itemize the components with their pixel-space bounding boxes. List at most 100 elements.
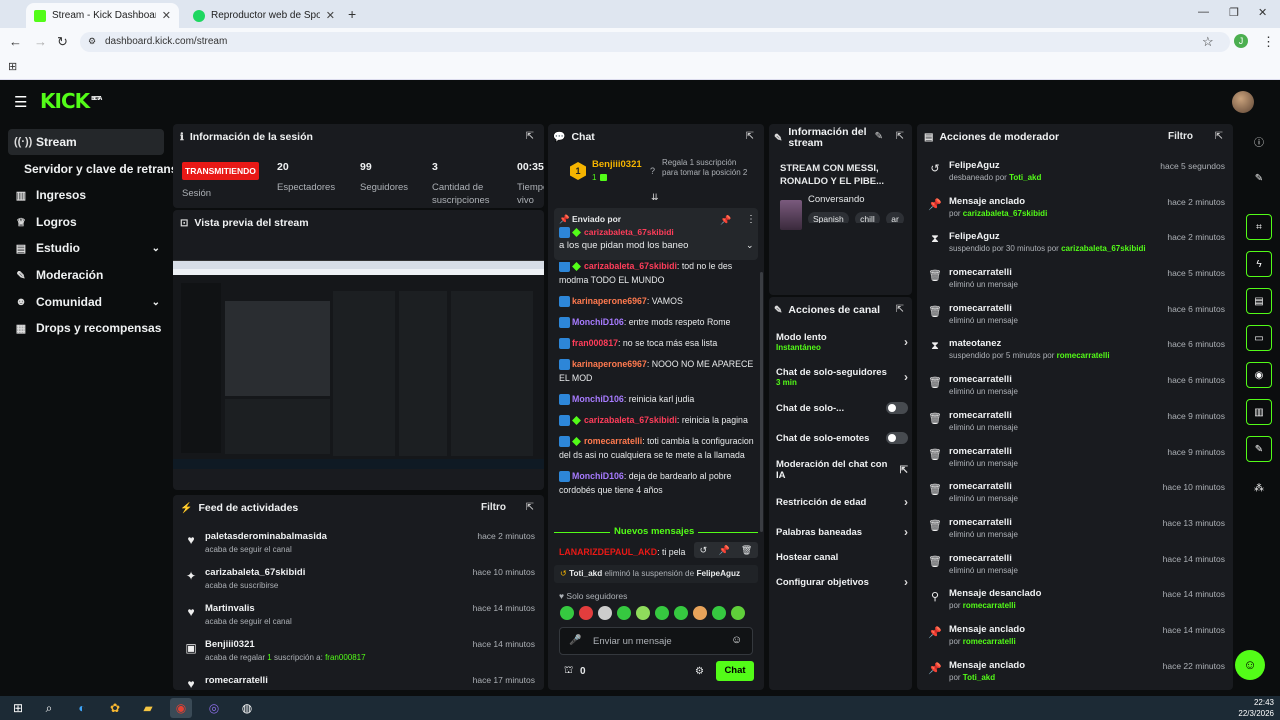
chat-input[interactable]: 🎤 Enviar un mensaje ☺ [559, 627, 753, 655]
app-icon[interactable]: ◍ [236, 698, 258, 718]
site-info-icon[interactable]: ⚙ [88, 36, 96, 47]
gifter-name[interactable]: Benjiii0321 [592, 159, 642, 170]
sidebar-item-drops[interactable]: ▦ Drops y recompensas [8, 315, 164, 341]
stream-preview-video[interactable] [173, 260, 544, 469]
chat-settings-icon[interactable]: ⚙ [695, 666, 704, 677]
microphone-icon[interactable]: 🎤 [569, 635, 581, 646]
emote-icon[interactable] [693, 606, 707, 620]
feed-user[interactable]: romecarratelli [205, 675, 268, 686]
emote-icon[interactable] [655, 606, 669, 620]
info-icon[interactable]: ⓘ [1246, 128, 1272, 154]
profile-avatar[interactable]: J [1234, 34, 1248, 48]
user-avatar[interactable] [1232, 91, 1254, 113]
channel-points-icon[interactable]: ⛫ [564, 665, 573, 678]
emote-icon[interactable] [598, 606, 612, 620]
chat-username[interactable]: MonchiD106 [572, 471, 624, 481]
mod-actor[interactable]: Toti_akd [963, 673, 995, 682]
chat-username[interactable]: MonchiD106 [572, 394, 624, 404]
edge-icon[interactable]: ◐ [71, 698, 93, 718]
feed-recipient[interactable]: fran000817 [325, 653, 365, 662]
mod-target[interactable]: romecarratelli [949, 446, 1018, 457]
sidebar-item-server-key[interactable]: Servidor y clave de retransm [18, 156, 188, 182]
close-tab-icon[interactable]: ✕ [162, 9, 171, 22]
url-field[interactable]: dashboard.kick.com/stream [80, 32, 1230, 52]
layout-icon[interactable]: ⁂ [1246, 475, 1272, 501]
mod-filter-button[interactable]: Filtro [1168, 131, 1193, 142]
mod-target[interactable]: romecarratelli [949, 267, 1018, 278]
feed-user[interactable]: Martinvalis [205, 603, 292, 614]
mod-target[interactable]: romecarratelli [949, 517, 1018, 528]
document-icon[interactable]: ▤ [1246, 288, 1272, 314]
mod-target[interactable]: romecarratelli [949, 481, 1018, 492]
maximize-icon[interactable]: ❐ [1229, 6, 1239, 19]
emote-icon[interactable] [617, 606, 631, 620]
obs-icon[interactable]: ◎ [203, 698, 225, 718]
feed-filter-button[interactable]: Filtro [481, 502, 506, 513]
chat-username[interactable]: fran000817 [572, 338, 618, 348]
sidebar-item-studio[interactable]: ▤ Estudio ⌄ [8, 235, 164, 261]
mod-target[interactable]: Mensaje anclado [949, 196, 1047, 207]
mod-target[interactable]: Mensaje desanclado [949, 588, 1041, 599]
tag[interactable]: Spanish [808, 212, 849, 223]
send-chat-button[interactable]: Chat [716, 661, 754, 681]
close-tab-icon[interactable]: ✕ [326, 9, 335, 22]
category-thumbnail[interactable] [780, 200, 802, 230]
pinned-user[interactable]: carizabaleta_67skibidi [584, 227, 674, 237]
mod-target[interactable]: Mensaje anclado [949, 660, 1025, 671]
chat-bubble-icon[interactable]: ▭ [1246, 325, 1272, 351]
emote-icon[interactable] [560, 606, 574, 620]
chat-username[interactable]: romecarratelli [584, 436, 642, 446]
feed-user[interactable]: paletasderominabalmasida [205, 531, 327, 542]
feed-user[interactable]: Benjiii0321 [205, 639, 366, 650]
new-messages-label[interactable]: Nuevos mensajes [610, 526, 699, 537]
search-icon[interactable]: ⌕ [38, 698, 60, 718]
browser-menu-icon[interactable]: ⋮ [1262, 34, 1275, 50]
sidebar-item-achievements[interactable]: ♕ Logros [8, 209, 164, 235]
close-window-icon[interactable]: ✕ [1258, 6, 1267, 19]
chat-scrollbar[interactable] [760, 272, 763, 532]
apps-grid-icon[interactable]: ⊞ [8, 60, 17, 73]
action-age-restriction[interactable]: Restricción de edad › [776, 488, 908, 516]
edit-pencil-icon[interactable]: ✎ [875, 131, 883, 142]
copilot-icon[interactable]: ✿ [104, 698, 126, 718]
mod-target[interactable]: romecarratelli [949, 303, 1018, 314]
wrench-icon[interactable]: ✎ [1246, 436, 1272, 462]
gift-cta[interactable]: Regala 1 suscripción para tomar la posic… [650, 158, 752, 178]
layers-icon[interactable]: ▥ [1246, 399, 1272, 425]
bolt-icon[interactable]: ϟ [1246, 251, 1272, 277]
chevron-down-icon[interactable]: ⌄ [746, 240, 754, 251]
feed-user[interactable]: carizabaleta_67skibidi [205, 567, 305, 578]
emotes-only-toggle[interactable] [886, 432, 908, 444]
mod-target[interactable]: mateotanez [949, 338, 1110, 349]
chrome-icon[interactable]: ◉ [170, 698, 192, 718]
tag[interactable]: chill [855, 212, 880, 223]
emote-icon[interactable] [636, 606, 650, 620]
expand-leaderboard-icon[interactable]: ⇊ [651, 192, 659, 203]
hamburger-menu-icon[interactable]: ☰ [14, 93, 27, 111]
mod-actor[interactable]: romecarratelli [963, 637, 1016, 646]
mod-target[interactable]: romecarratelli [949, 553, 1018, 564]
action-ai-moderation[interactable]: Moderación del chat con IA ⇱ [776, 454, 908, 486]
popout-icon[interactable]: ⇱ [896, 131, 904, 142]
edit-pencil-icon[interactable]: ✎ [1246, 165, 1272, 191]
mod-actor[interactable]: romecarratelli [1057, 351, 1110, 360]
popout-icon[interactable]: ⇱ [746, 131, 754, 142]
browser-tab-kick[interactable]: Stream - Kick Dashboard ✕ [26, 3, 179, 28]
popout-icon[interactable]: ⇱ [526, 131, 534, 142]
kick-logo[interactable]: KICK BETA [40, 89, 102, 113]
start-menu-icon[interactable]: ⊞ [7, 698, 29, 718]
action-banned-words[interactable]: Palabras baneadas › [776, 518, 908, 546]
chat-username[interactable]: karinaperone6967 [572, 296, 647, 306]
bookmark-star-icon[interactable]: ☆ [1202, 34, 1214, 50]
sidebar-item-community[interactable]: ☻ Comunidad ⌄ [8, 289, 164, 315]
mod-target[interactable]: romecarratelli [949, 374, 1018, 385]
trash-icon[interactable]: 🗑 [741, 545, 752, 556]
sidebar-item-income[interactable]: ▥ Ingresos [8, 182, 164, 208]
chat-username[interactable]: carizabaleta_67skibidi [584, 262, 677, 271]
action-followers-only[interactable]: Chat de solo-seguidores 3 min › [776, 362, 908, 392]
pin-icon[interactable]: 📌 [718, 545, 729, 556]
taskbar-clock[interactable]: 22:43 22/3/2026 [1236, 697, 1274, 719]
pin-icon[interactable]: 📌 [720, 215, 731, 226]
chat-username[interactable]: carizabaleta_67skibidi [584, 415, 677, 425]
chat-username[interactable]: LANARIZDEPAUL_AKD [559, 547, 657, 557]
